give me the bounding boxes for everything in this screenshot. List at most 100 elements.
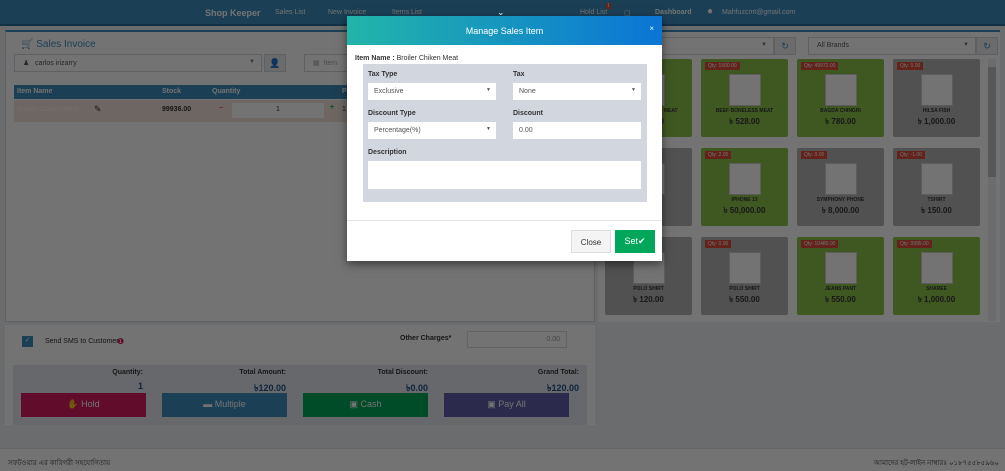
tax-type-value: Exclusive <box>374 88 404 95</box>
tax-select[interactable]: None ▼ <box>513 83 641 100</box>
chevron-down-icon: ▼ <box>486 87 491 93</box>
customer-select[interactable]: ♟ carlos irizarry ▼ <box>14 54 262 72</box>
chevron-down-icon: ▼ <box>761 42 767 48</box>
multiple-label: Multiple <box>214 399 246 409</box>
product-image <box>921 252 953 284</box>
nav-hold-list[interactable]: Hold List <box>580 9 607 16</box>
product-card[interactable]: Qty: 0.00 POLO SHIRT ৳ 550.00 <box>701 237 788 315</box>
chevron-down-icon: ▼ <box>631 87 636 93</box>
qty-minus-button[interactable]: − <box>219 105 223 112</box>
description-label: Description <box>368 149 407 156</box>
product-image <box>921 74 953 106</box>
product-name: JEANS PANT <box>824 286 857 292</box>
page-footer: সফটওয়ার এর কারিগরী সহযোগিতায় আমাদের হট… <box>0 448 1005 471</box>
set-label: Set <box>624 236 638 246</box>
quantity-value: 1 <box>137 381 143 391</box>
reset-brand-button[interactable]: ↻ <box>976 37 998 55</box>
pay-all-button[interactable]: ▣ Pay All <box>444 393 569 417</box>
product-card[interactable]: Qty: 9995.00 SHAREE ৳ 1,000.00 <box>893 237 980 315</box>
other-charges-input[interactable]: 0.00 <box>467 331 567 348</box>
edit-icon[interactable]: ✎ <box>94 104 102 115</box>
product-card[interactable]: Qty: 49972.00 BAGDA CHINGRI ৳ 780.00 <box>797 59 884 137</box>
nav-items-list[interactable]: Items List <box>392 9 422 16</box>
hold-label: Hold <box>81 399 100 409</box>
item-placeholder: Item <box>323 60 338 67</box>
product-card[interactable]: Qty: 10480.00 JEANS PANT ৳ 550.00 <box>797 237 884 315</box>
brand-select[interactable]: All Brands ▼ <box>808 37 976 55</box>
panel-title: 🛒 Sales Invoice <box>21 39 96 50</box>
total-discount-label: Total Discount: <box>377 369 428 376</box>
item-name-line: Item Name : Broiler Chiken Meat <box>355 55 458 62</box>
product-card[interactable]: Qty: 1500.00 BEEF BONELESS MEAT ৳ 528.00 <box>701 59 788 137</box>
sms-label: Send SMS to Customer <box>45 338 119 345</box>
modal-footer: Close Set✔ <box>347 220 662 261</box>
add-customer-button[interactable]: 👤 <box>264 54 286 72</box>
total-amount-label: Total Amount: <box>239 369 286 376</box>
multiple-button[interactable]: ▬ Multiple <box>162 393 287 417</box>
hold-button[interactable]: ✋ Hold <box>21 393 146 417</box>
product-card[interactable]: Qty: 2.00 IPHONE 13 ৳ 50,000.00 <box>701 148 788 226</box>
nav-dashboard[interactable]: Dashboard <box>655 9 692 16</box>
product-price: ৳ 8,000.00 <box>821 206 860 215</box>
discount-type-label: Discount Type <box>368 110 416 117</box>
product-card[interactable]: Qty: 0.00 HILSA FISH ৳ 1,000.00 <box>893 59 980 137</box>
money-icon: ▣ <box>487 399 496 409</box>
product-price: ৳ 550.00 <box>825 295 856 304</box>
description-textarea[interactable] <box>368 161 641 189</box>
item-form: Tax Type Exclusive ▼ Tax None ▼ Discount T… <box>363 64 647 202</box>
chevron-down-icon: ▼ <box>249 59 255 65</box>
discount-type-value: Percentage(%) <box>374 127 421 134</box>
nav-sales-list[interactable]: Sales List <box>275 9 305 16</box>
product-card[interactable]: Qty: 0.00 SYMPHONY PHONE ৳ 8,000.00 <box>797 148 884 226</box>
stock-badge: Qty: 1500.00 <box>705 62 740 70</box>
user-email[interactable]: Mahfuzcmt@gmail.com <box>722 9 795 16</box>
tax-type-label: Tax Type <box>368 71 398 78</box>
stock-badge: Qty: 2.00 <box>705 151 732 159</box>
product-name: SHAREE <box>926 286 947 292</box>
nav-new-invoice[interactable]: New Invoice <box>328 9 366 16</box>
item-search-input[interactable]: ▦ Item <box>304 54 348 72</box>
tax-label: Tax <box>513 71 525 78</box>
hand-icon: ✋ <box>67 399 79 409</box>
cash-button[interactable]: ▣ Cash <box>303 393 428 417</box>
scrollbar[interactable] <box>988 59 996 321</box>
product-price: ৳ 1,000.00 <box>917 295 956 304</box>
card-icon: ▬ <box>203 399 213 409</box>
reset-category-button[interactable]: ↻ <box>774 37 796 55</box>
close-icon[interactable]: × <box>649 24 654 33</box>
scrollbar-thumb[interactable] <box>988 67 996 177</box>
row-item-name[interactable]: Broiler Chiken Meat <box>17 106 78 113</box>
brand[interactable]: Shop Keeper <box>205 8 261 18</box>
chevron-down-icon: ▼ <box>963 42 969 48</box>
row-price: 1 <box>342 106 346 113</box>
set-button[interactable]: Set✔ <box>615 230 655 253</box>
sms-checkbox[interactable]: ✓ <box>22 336 33 347</box>
product-price: ৳ 50,000.00 <box>723 206 766 215</box>
stock-badge: Qty: -1.00 <box>897 151 925 159</box>
panel-title-text: Sales Invoice <box>36 39 96 50</box>
user-avatar-icon[interactable]: ● <box>707 6 713 17</box>
other-charges-label: Other Charges* <box>400 335 452 342</box>
product-price: ৳ 528.00 <box>729 117 760 126</box>
item-name-value: Broiler Chiken Meat <box>396 55 459 62</box>
close-button[interactable]: Close <box>571 230 611 253</box>
chevron-down-icon: ▼ <box>486 126 491 132</box>
discount-input[interactable]: 0.00 <box>513 122 641 139</box>
stock-badge: Qty: 10480.00 <box>801 240 839 248</box>
check-icon: ✔ <box>637 236 646 246</box>
stock-badge: Qty: 0.00 <box>897 62 924 70</box>
user-icon: ♟ <box>23 60 30 67</box>
col-stock: Stock <box>162 88 182 95</box>
product-card[interactable]: Qty: -1.00 TSHIRT ৳ 150.00 <box>893 148 980 226</box>
brand-value: All Brands <box>817 42 849 49</box>
product-price: ৳ 150.00 <box>921 206 952 215</box>
stock-badge: Qty: 49972.00 <box>801 62 839 70</box>
qty-input[interactable]: 1 <box>232 103 324 118</box>
product-name: POLO SHIRT <box>729 286 760 292</box>
qty-plus-button[interactable]: + <box>330 104 334 111</box>
discount-type-select[interactable]: Percentage(%) ▼ <box>368 122 496 139</box>
col-quantity: Quantity <box>212 88 241 95</box>
tax-type-select[interactable]: Exclusive ▼ <box>368 83 496 100</box>
row-stock: 99936.00 <box>162 106 192 113</box>
product-image <box>729 252 761 284</box>
